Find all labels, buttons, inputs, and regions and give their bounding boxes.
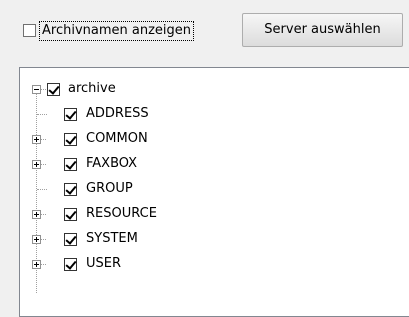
tree-node-user[interactable]: USER	[20, 253, 409, 277]
tree-node-group[interactable]: GROUP	[20, 178, 409, 202]
tree-connector-line	[41, 139, 46, 140]
tree-node-common[interactable]: COMMON	[20, 128, 409, 152]
tree-connector-line	[37, 189, 47, 190]
tree-connector-line	[41, 239, 46, 240]
checkbox-checked-icon[interactable]	[64, 108, 77, 121]
tree-node-label: ADDRESS	[86, 106, 149, 121]
tree-node-archive[interactable]: archive	[20, 78, 409, 102]
tree-node-label: archive	[68, 81, 116, 96]
expand-icon[interactable]	[32, 235, 41, 244]
tree-node-faxbox[interactable]: FAXBOX	[20, 153, 409, 177]
checkbox-checked-icon[interactable]	[64, 158, 77, 171]
show-archive-names-checkbox[interactable]	[23, 24, 36, 37]
checkbox-checked-icon[interactable]	[64, 133, 77, 146]
tree-node-label: USER	[86, 256, 122, 271]
expand-icon[interactable]	[32, 160, 41, 169]
tree-connector-line	[37, 114, 47, 115]
checkbox-checked-icon[interactable]	[47, 83, 60, 96]
tree-node-label: GROUP	[86, 181, 133, 196]
collapse-icon[interactable]	[32, 85, 41, 94]
tree-node-label: SYSTEM	[86, 231, 138, 246]
checkbox-checked-icon[interactable]	[64, 233, 77, 246]
tree-node-address[interactable]: ADDRESS	[20, 103, 409, 127]
expand-icon[interactable]	[32, 260, 41, 269]
checkbox-checked-icon[interactable]	[64, 208, 77, 221]
archive-tree[interactable]: archive ADDRESS COMMON FAXBOX GROUP RESO…	[19, 67, 409, 317]
checkbox-checked-icon[interactable]	[64, 183, 77, 196]
tree-connector-line	[41, 214, 46, 215]
show-archive-names-label[interactable]: Archivnamen anzeigen	[39, 21, 195, 41]
expand-icon[interactable]	[32, 135, 41, 144]
tree-node-label: FAXBOX	[86, 156, 138, 171]
tree-node-system[interactable]: SYSTEM	[20, 228, 409, 252]
tree-node-resource[interactable]: RESOURCE	[20, 203, 409, 227]
tree-connector-line	[41, 164, 46, 165]
tree-node-label: COMMON	[86, 131, 148, 146]
select-server-button[interactable]: Server auswählen	[242, 13, 403, 47]
tree-connector-line	[41, 264, 46, 265]
expand-icon[interactable]	[32, 210, 41, 219]
tree-connector-line	[41, 89, 46, 90]
tree-node-label: RESOURCE	[86, 206, 157, 221]
checkbox-checked-icon[interactable]	[64, 258, 77, 271]
